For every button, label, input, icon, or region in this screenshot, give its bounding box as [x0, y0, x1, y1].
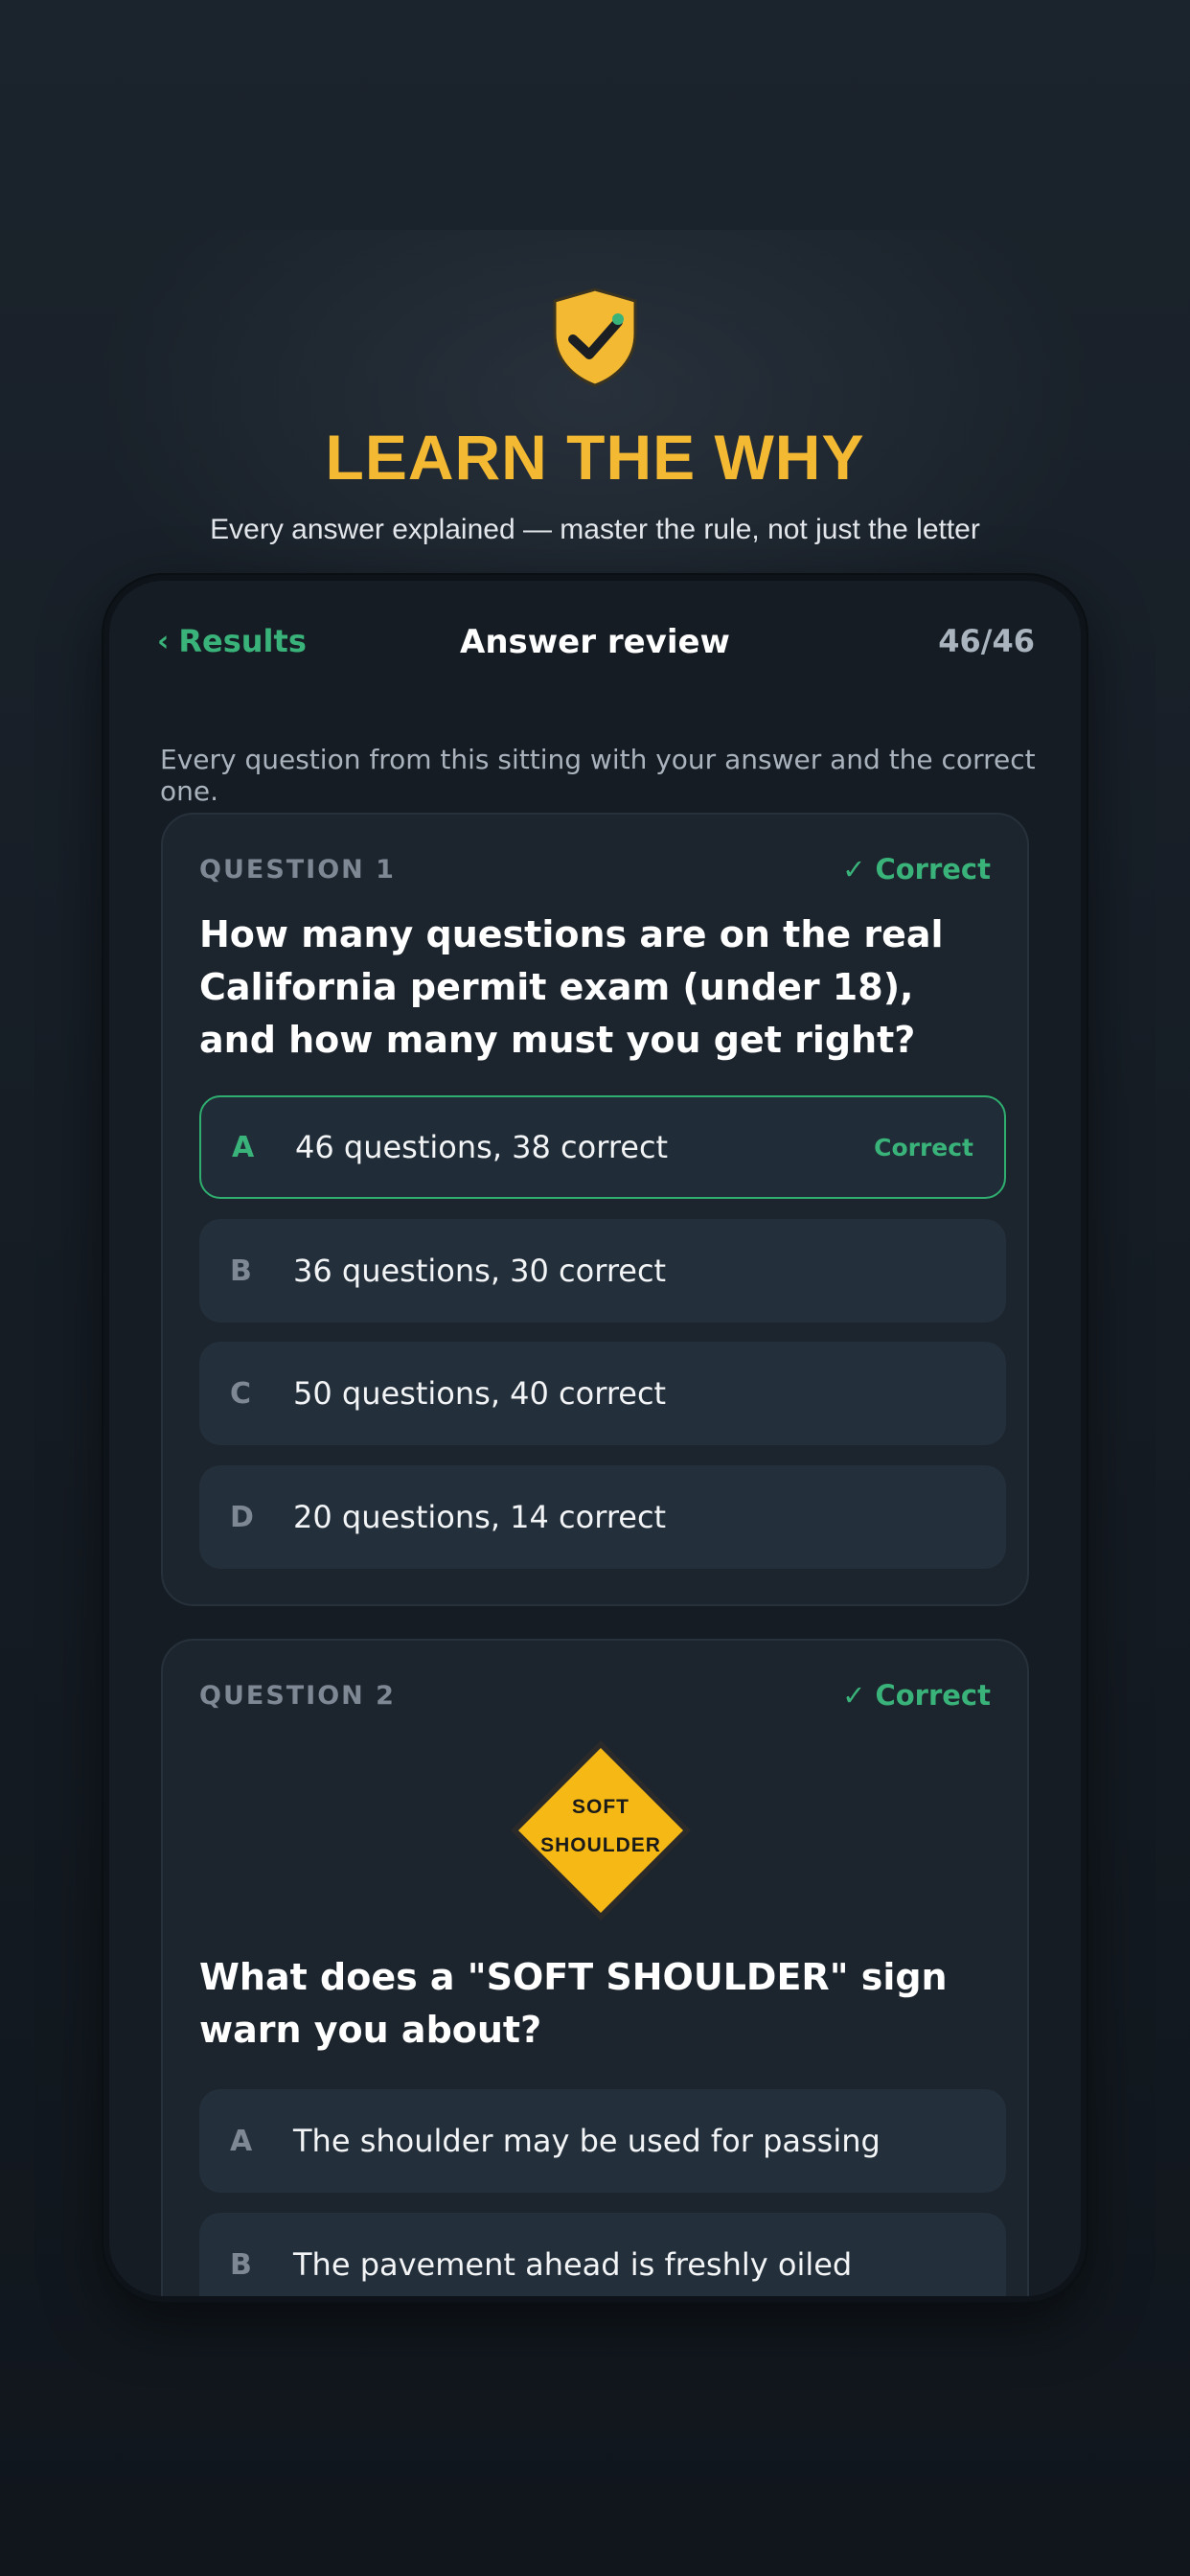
option-letter: B — [230, 1254, 252, 1288]
option-letter: A — [230, 2124, 253, 2158]
answer-option-a[interactable]: A The shoulder may be used for passing — [199, 2089, 1006, 2193]
answer-option-b[interactable]: B 36 questions, 30 correct — [199, 1219, 1006, 1322]
option-text: 50 questions, 40 correct — [293, 1375, 667, 1412]
hero-subtitle: Every answer explained — master the rule… — [210, 514, 980, 545]
sign-text-line2: SHOULDER — [540, 1834, 661, 1856]
answer-review-screen: ‹ Results Answer review 46/46 Every ques… — [109, 581, 1081, 2296]
phone-frame: ‹ Results Answer review 46/46 Every ques… — [103, 575, 1087, 2302]
status-badge: ✓ Correct — [842, 1679, 991, 1712]
answer-option-c[interactable]: C 50 questions, 40 correct — [199, 1342, 1006, 1445]
option-letter: A — [232, 1130, 255, 1164]
screen-title: Answer review — [460, 623, 730, 661]
question-label: QUESTION 2 — [199, 1681, 396, 1711]
option-letter: C — [230, 1376, 252, 1411]
question-count: 46/46 — [938, 623, 1035, 659]
option-text: 36 questions, 30 correct — [293, 1253, 667, 1289]
intro-text: Every question from this sitting with yo… — [160, 744, 1036, 807]
question-text: What does a "SOFT SHOULDER" sign warn yo… — [199, 1956, 948, 2051]
option-text: 20 questions, 14 correct — [293, 1499, 667, 1535]
hero-title: LEARN THE WHY — [325, 422, 865, 493]
answer-option-d[interactable]: D 20 questions, 14 correct — [199, 1465, 1006, 1569]
soft-shoulder-sign-icon: SOFT SHOULDER — [507, 1736, 695, 1924]
option-letter: B — [230, 2247, 252, 2282]
sign-text-line1: SOFT — [572, 1796, 629, 1818]
answer-option-b[interactable]: B The pavement ahead is freshly oiled — [199, 2213, 1006, 2296]
correct-answer-badge: Correct — [874, 1133, 973, 1162]
option-text: 46 questions, 38 correct — [295, 1129, 669, 1165]
option-text: The pavement ahead is freshly oiled — [293, 2246, 853, 2283]
status-badge: ✓ Correct — [842, 853, 991, 886]
shield-check-icon — [553, 288, 637, 387]
option-letter: D — [230, 1500, 254, 1534]
answer-option-a[interactable]: A 46 questions, 38 correct Correct — [199, 1095, 1006, 1199]
question-card: QUESTION 2 ✓ Correct SOFT SHOULDER What … — [161, 1639, 1029, 2296]
option-text: The shoulder may be used for passing — [293, 2123, 881, 2159]
question-card: QUESTION 1 ✓ Correct How many questions … — [161, 813, 1029, 1606]
question-text: How many questions are on the real Calif… — [199, 913, 944, 1061]
question-label: QUESTION 1 — [199, 855, 396, 885]
diamond-sign-shape — [511, 1740, 691, 1920]
